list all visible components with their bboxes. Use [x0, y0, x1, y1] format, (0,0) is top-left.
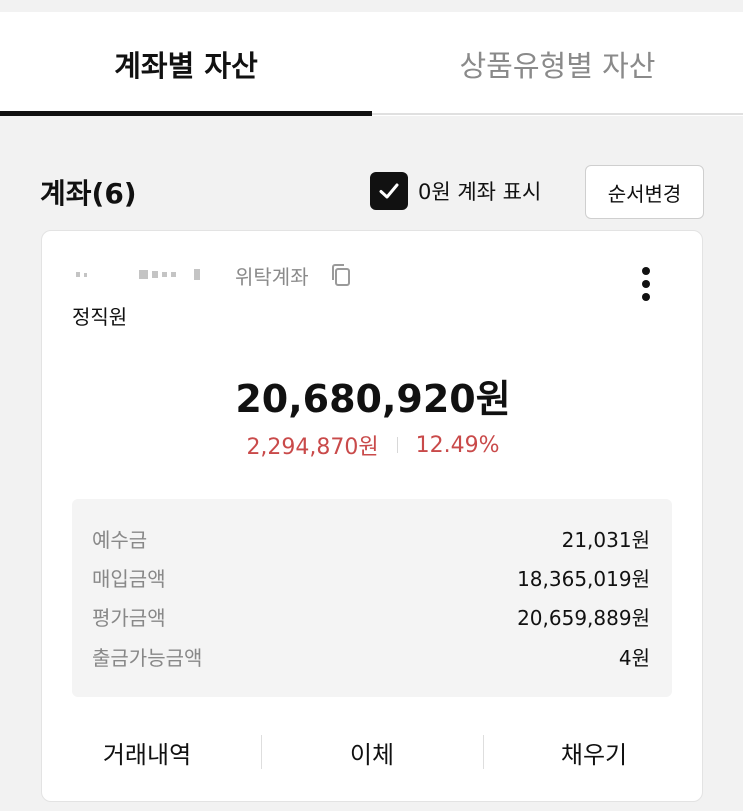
history-button[interactable]: 거래내역: [72, 727, 222, 777]
detail-label: 출금가능금액: [92, 645, 203, 670]
detail-row-deposit: 예수금 21,031원: [92, 523, 650, 553]
tab-product-assets[interactable]: 상품유형별 자산: [372, 12, 743, 116]
detail-row-purchase: 매입금액 18,365,019원: [92, 562, 650, 592]
profit-amount: 2,294,870원: [246, 435, 379, 460]
tab-account-assets[interactable]: 계좌별 자산: [0, 12, 372, 116]
detail-value: 18,365,019원: [517, 566, 650, 591]
detail-row-valuation: 평가금액 20,659,889원: [92, 601, 650, 631]
transfer-button[interactable]: 이체: [297, 727, 447, 777]
zero-balance-toggle[interactable]: 0원 계좌 표시: [370, 172, 541, 210]
zero-balance-label: 0원 계좌 표시: [418, 180, 542, 204]
active-tab-indicator: [0, 111, 372, 116]
order-change-button[interactable]: 순서변경: [585, 165, 704, 219]
account-name: 정직원: [72, 305, 128, 329]
profit-separator: [396, 437, 398, 453]
profit-loss: 2,294,870원 12.49%: [42, 429, 704, 461]
action-divider: [261, 735, 262, 769]
detail-value: 20,659,889원: [517, 605, 650, 630]
total-asset-value: 20,680,920원: [235, 377, 511, 421]
detail-value: 4원: [618, 645, 650, 670]
copy-icon[interactable]: [330, 263, 352, 291]
accounts-count-title: 계좌(6): [40, 177, 137, 210]
asset-tabs: 계좌별 자산 상품유형별 자산: [0, 12, 743, 116]
fill-button[interactable]: 채우기: [519, 727, 669, 777]
top-strip: [0, 0, 743, 12]
check-icon: [379, 183, 399, 199]
zero-balance-checkbox[interactable]: [370, 172, 408, 210]
detail-label: 평가금액: [92, 605, 166, 630]
account-type-label: 위탁계좌: [235, 265, 309, 289]
tab-divider: [372, 113, 743, 115]
masked-account-number: [76, 269, 200, 280]
more-options-icon[interactable]: [640, 267, 652, 301]
action-divider: [483, 735, 484, 769]
detail-label: 매입금액: [92, 566, 166, 591]
detail-row-withdrawable: 출금가능금액 4원: [92, 641, 650, 671]
account-detail-box: 예수금 21,031원 매입금액 18,365,019원 평가금액 20,659…: [72, 499, 672, 697]
detail-label: 예수금: [92, 527, 148, 552]
profit-rate: 12.49%: [415, 432, 500, 458]
account-card: 위탁계좌 정직원 20,680,920원 2,294,870원 12.49% 예…: [41, 230, 703, 802]
detail-value: 21,031원: [561, 527, 650, 552]
account-actions: 거래내역 이체 채우기: [42, 727, 704, 777]
